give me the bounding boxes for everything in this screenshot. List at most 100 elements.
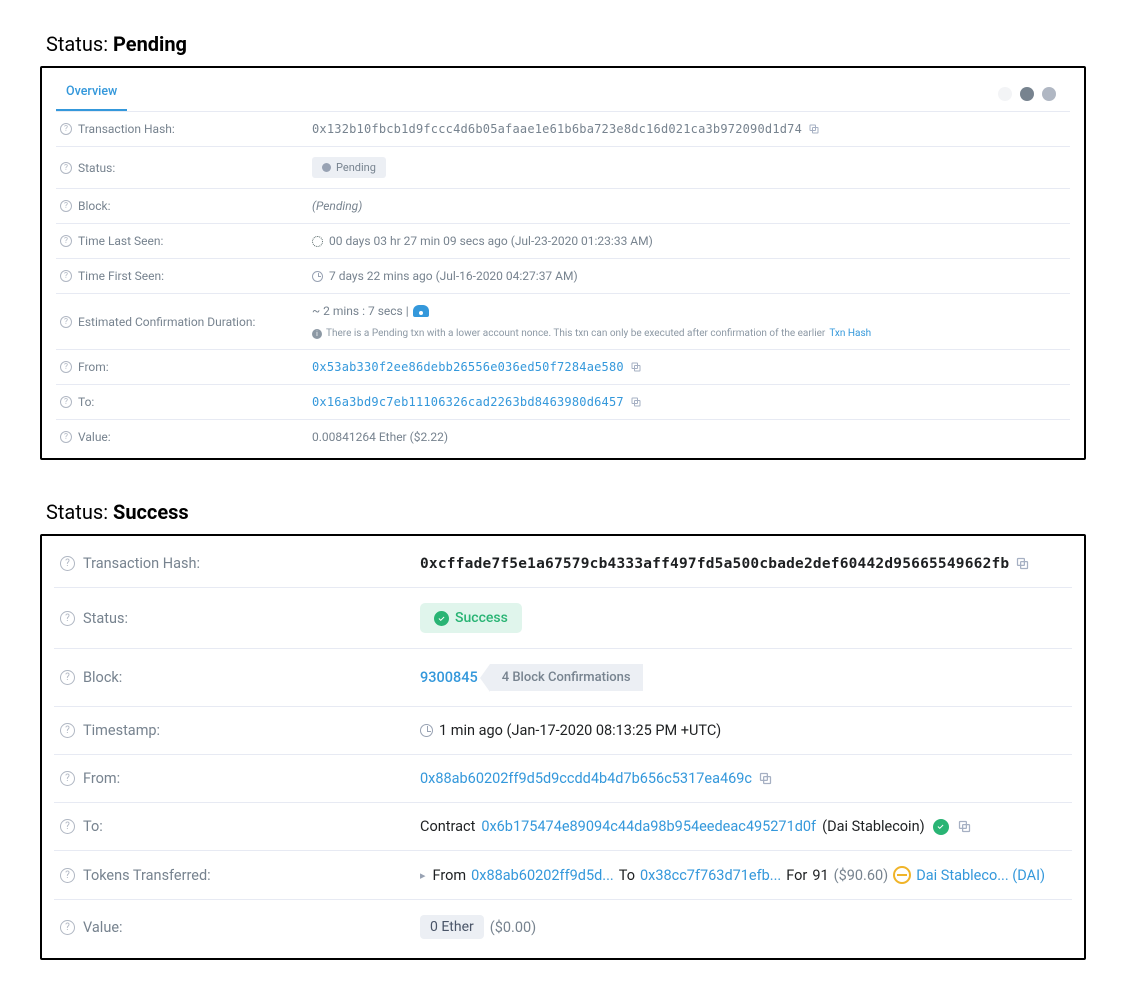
help-icon[interactable]: ?: [60, 868, 75, 883]
help-icon[interactable]: ?: [60, 235, 72, 247]
to-name: (Dai Stablecoin): [822, 818, 925, 835]
help-icon[interactable]: ?: [60, 611, 75, 626]
dot-icon: [1020, 87, 1034, 101]
row-status: ? Status: Pending: [56, 147, 1070, 189]
row-to: ? To: Contract 0x6b175474e89094c44da98b95…: [54, 803, 1072, 851]
row-to: ?To: 0x16a3bd9c7eb11106326cad2263bd84639…: [56, 385, 1070, 420]
label-tokens: Tokens Transferred:: [83, 867, 211, 884]
heading-prefix: Status:: [46, 500, 113, 524]
to-address-link[interactable]: 0x6b175474e89094c44da98b954eedeac495271d…: [481, 818, 816, 835]
heading-success: Status: Success: [46, 500, 1086, 524]
label-time-last-seen: Time Last Seen:: [78, 234, 163, 248]
value-timestamp: 1 min ago (Jan-17-2020 08:13:25 PM +UTC): [439, 722, 721, 739]
value-time-last-seen: 00 days 03 hr 27 min 09 secs ago (Jul-23…: [329, 234, 653, 248]
tokens-from-link[interactable]: 0x88ab60202ff9d5d...: [471, 867, 614, 884]
tab-overview[interactable]: Overview: [56, 76, 127, 111]
tokens-from-label: From: [433, 867, 467, 884]
check-circle-icon: [434, 611, 449, 626]
label-block: Block:: [78, 199, 111, 213]
help-icon[interactable]: ?: [60, 200, 72, 212]
label-timestamp: Timestamp:: [83, 722, 160, 739]
from-address-link[interactable]: 0x88ab60202ff9d5d9ccdd4b4d7b656c5317ea46…: [420, 770, 752, 787]
row-block: ? Block: 9300845 4 Block Confirmations: [54, 649, 1072, 707]
value-est-conf: ~ 2 mins : 7 secs |: [312, 304, 409, 318]
verified-icon: [933, 819, 949, 835]
note-text: There is a Pending txn with a lower acco…: [326, 328, 825, 339]
copy-icon[interactable]: [758, 771, 773, 786]
label-status: Status:: [78, 161, 115, 175]
tokens-usd: ($90.60): [834, 867, 889, 884]
pending-dot-icon: [322, 163, 331, 172]
block-link[interactable]: 9300845: [420, 669, 478, 686]
heading-prefix: Status:: [46, 32, 113, 56]
value-amount: 0.00841264 Ether ($2.22): [312, 430, 448, 444]
from-address-link[interactable]: 0x53ab330f2ee86debb26556e036ed50f7284ae5…: [312, 360, 624, 374]
to-address-link[interactable]: 0x16a3bd9c7eb11106326cad2263bd8463980d64…: [312, 395, 624, 409]
value-time-first-seen: 7 days 22 mins ago (Jul-16-2020 04:27:37…: [329, 269, 578, 283]
gauge-icon: [413, 305, 429, 317]
label-est-conf: Estimated Confirmation Duration:: [78, 315, 255, 329]
heading-pending: Status: Pending: [46, 32, 1086, 56]
help-icon[interactable]: ?: [60, 162, 72, 174]
clock-icon: [420, 724, 433, 737]
row-tx-hash: ?Transaction Hash: 0x132b10fbcb1d9fccc4d…: [56, 112, 1070, 147]
label-value: Value:: [78, 430, 111, 444]
dai-token-icon: [893, 866, 911, 884]
row-from: ? From: 0x53ab330f2ee86debb26556e036ed50f…: [56, 350, 1070, 385]
label-value: Value:: [83, 919, 123, 936]
success-panel: ? Transaction Hash: 0xcffade7f5e1a67579cb…: [40, 534, 1086, 960]
status-badge-success: Success: [420, 603, 522, 633]
info-icon: i: [312, 329, 322, 339]
dot-icon: [998, 87, 1012, 101]
label-block: Block:: [83, 669, 122, 686]
to-prefix: Contract: [420, 818, 475, 835]
help-icon[interactable]: ?: [60, 316, 72, 328]
row-time-last-seen: ? Time Last Seen: 00 days 03 hr 27 min 09…: [56, 224, 1070, 259]
row-tx-hash: ? Transaction Hash: 0xcffade7f5e1a67579cb…: [54, 540, 1072, 588]
help-icon[interactable]: ?: [60, 270, 72, 282]
label-tx-hash: Transaction Hash:: [78, 122, 175, 136]
help-icon[interactable]: ?: [60, 670, 75, 685]
pending-panel: Overview ?Transaction Hash: 0x132b10fbcb…: [40, 66, 1086, 460]
copy-icon[interactable]: [808, 123, 820, 135]
value-block: (Pending): [312, 199, 362, 213]
tokens-to-link[interactable]: 0x38cc7f763d71efb...: [640, 867, 781, 884]
row-value: ?Value: 0 Ether ($0.00): [54, 900, 1072, 954]
copy-icon[interactable]: [957, 819, 972, 834]
copy-icon[interactable]: [630, 361, 642, 373]
value-tx-hash: 0xcffade7f5e1a67579cb4333aff497fd5a500cb…: [420, 556, 1009, 572]
confirmations-badge: 4 Block Confirmations: [490, 664, 643, 691]
label-to: To:: [83, 818, 103, 835]
row-est-conf: ? Estimated Confirmation Duration: ~ 2 mi…: [56, 294, 1070, 350]
tokens-to-label: To: [619, 867, 635, 884]
row-value: ? Value: 0.00841264 Ether ($2.22): [56, 420, 1070, 458]
txn-hash-link[interactable]: Txn Hash: [829, 328, 871, 339]
label-status: Status:: [83, 610, 128, 627]
heading-status: Pending: [113, 32, 187, 56]
help-icon[interactable]: ?: [60, 920, 75, 935]
copy-icon[interactable]: [630, 396, 642, 408]
label-from: From:: [78, 360, 109, 374]
tokens-amount: 91: [812, 867, 828, 884]
row-timestamp: ? Timestamp: 1 min ago (Jan-17-2020 08:13…: [54, 707, 1072, 755]
est-conf-note: i There is a Pending txn with a lower ac…: [312, 328, 871, 339]
help-icon[interactable]: ?: [60, 396, 72, 408]
help-icon[interactable]: ?: [60, 556, 75, 571]
value-badge: 0 Ether: [420, 915, 484, 939]
status-badge-pending: Pending: [312, 157, 386, 178]
help-icon[interactable]: ?: [60, 123, 72, 135]
copy-icon[interactable]: [1015, 556, 1030, 571]
help-icon[interactable]: ?: [60, 723, 75, 738]
tab-bar: Overview: [56, 76, 1070, 112]
row-tokens-transferred: ?Tokens Transferred: ▸ From 0x88ab60202f…: [54, 851, 1072, 900]
help-icon[interactable]: ?: [60, 819, 75, 834]
help-icon[interactable]: ?: [60, 771, 75, 786]
tokens-for-label: For: [786, 867, 807, 884]
row-time-first-seen: ?Time First Seen: 7 days 22 mins ago (Ju…: [56, 259, 1070, 294]
help-icon[interactable]: ?: [60, 361, 72, 373]
row-block: ? Block: (Pending): [56, 189, 1070, 224]
label-tx-hash: Transaction Hash:: [83, 555, 200, 572]
row-from: ?From: 0x88ab60202ff9d5d9ccdd4b4d7b656c5…: [54, 755, 1072, 803]
help-icon[interactable]: ?: [60, 431, 72, 443]
token-name-link[interactable]: Dai Stableco... (DAI): [916, 867, 1045, 884]
